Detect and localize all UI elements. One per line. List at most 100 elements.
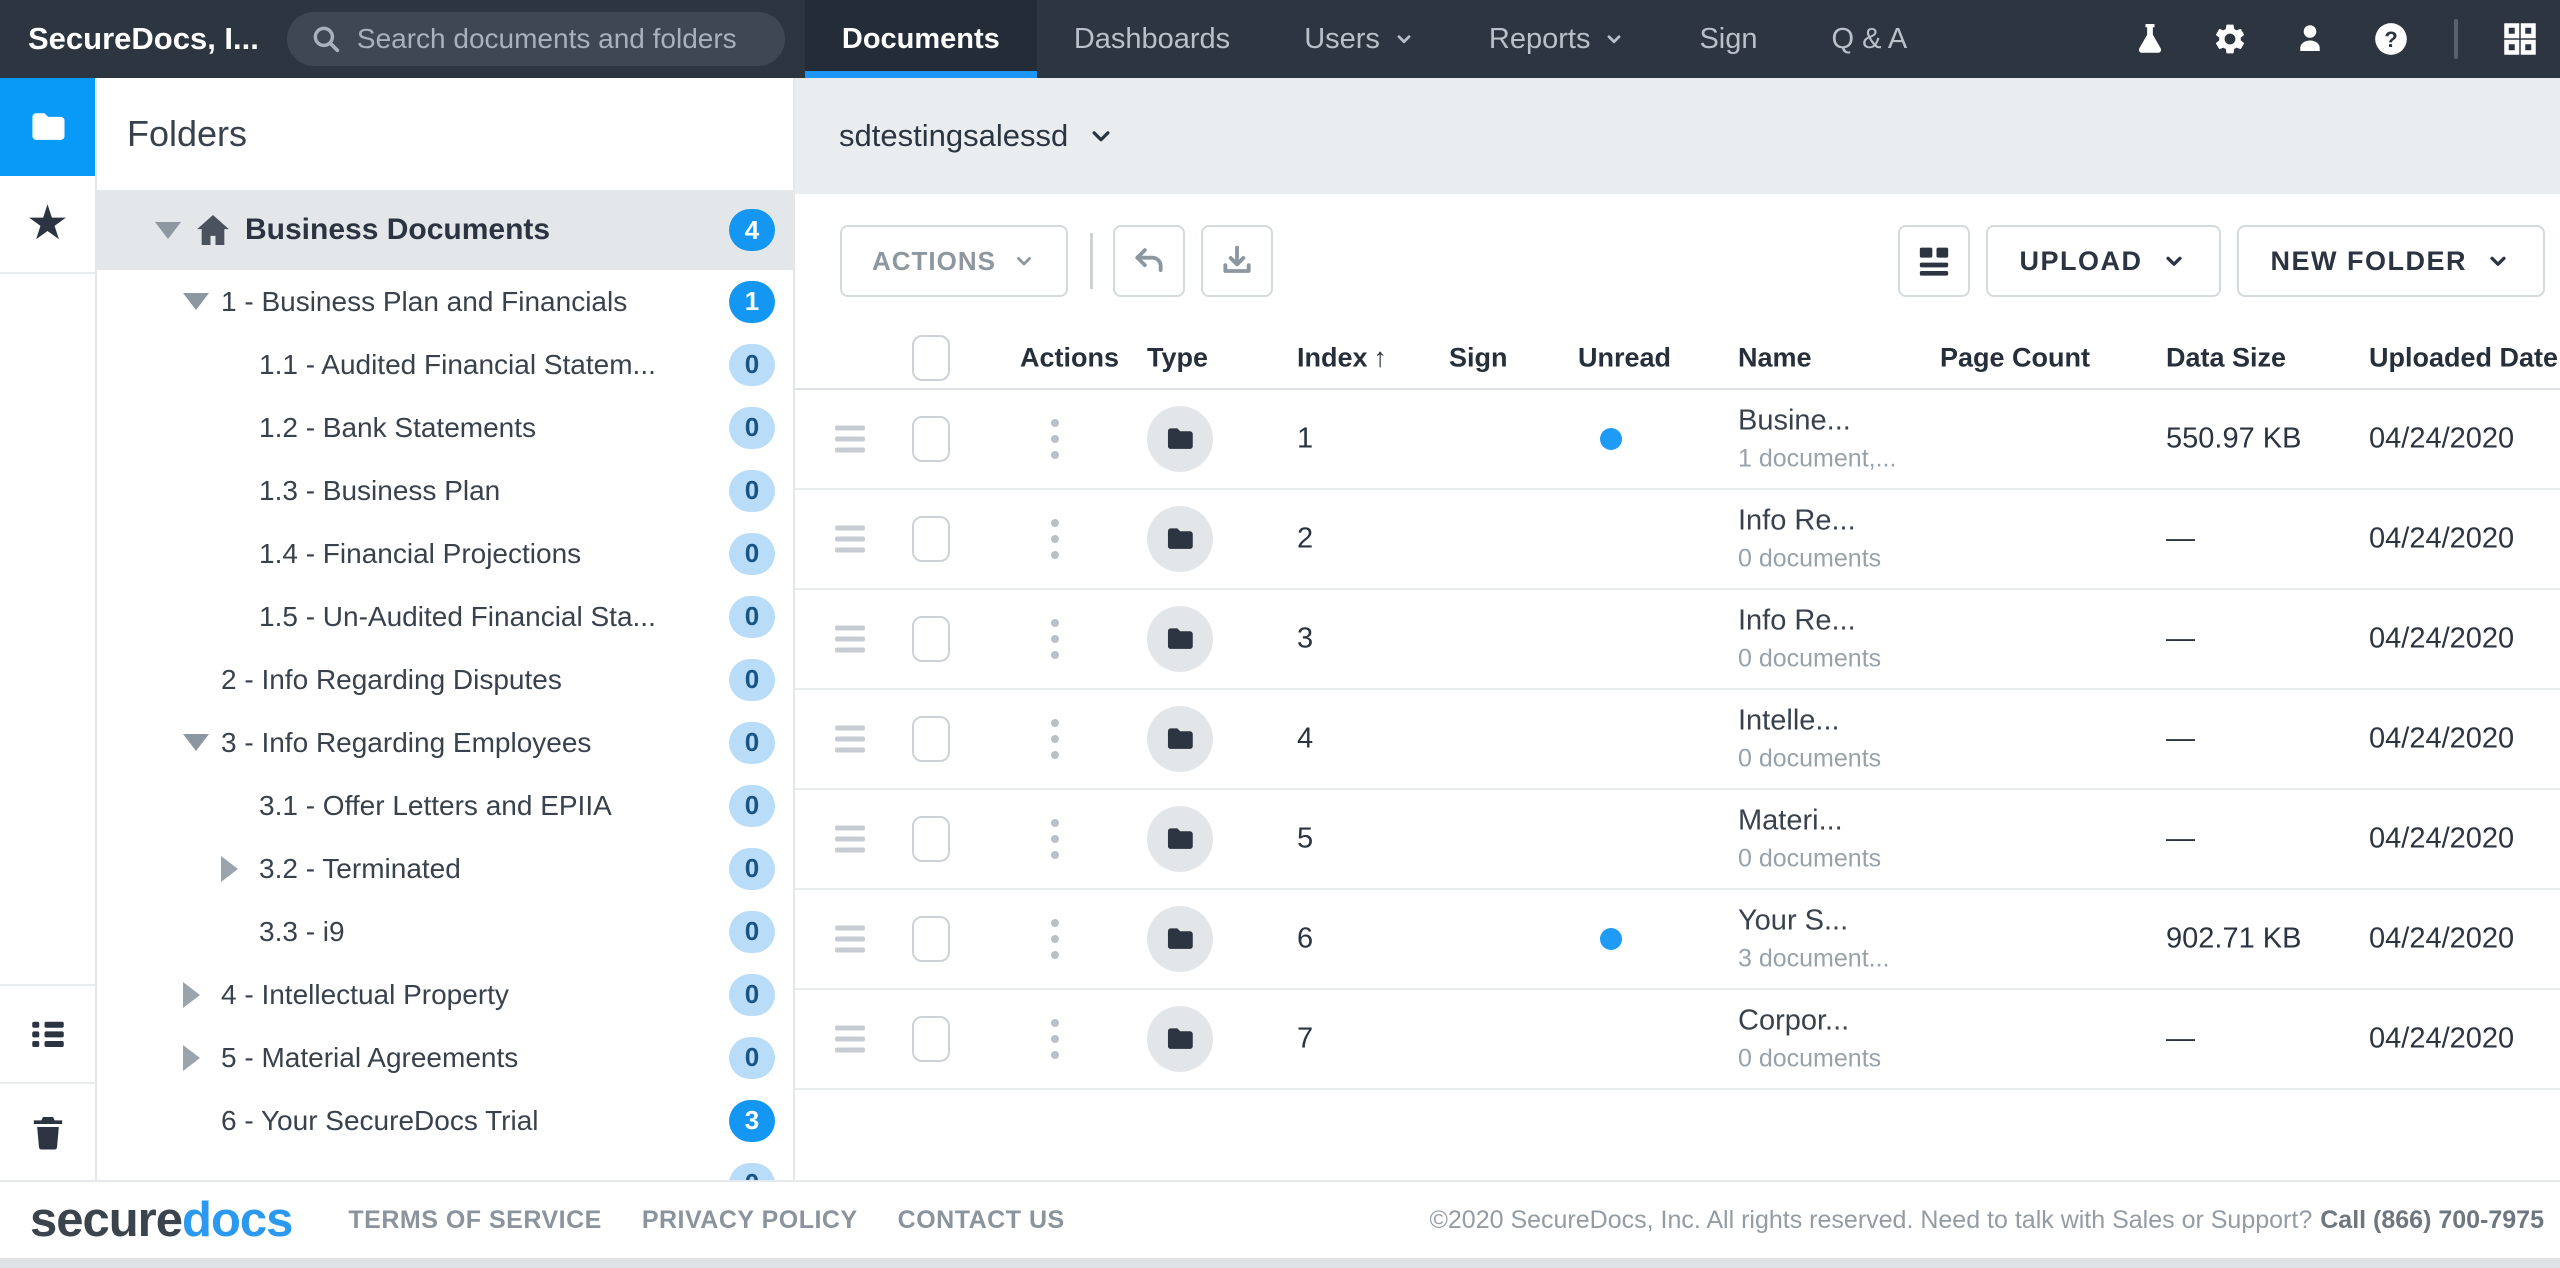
chevron-down-icon[interactable]	[1086, 121, 1116, 151]
tab-documents[interactable]: Documents	[805, 0, 1037, 78]
tree-row[interactable]: 3 - Info Regarding Employees 0	[97, 711, 793, 774]
row-actions-kebab-icon[interactable]	[1051, 819, 1059, 859]
row-name-cell[interactable]: Info Re... 0 documents	[1738, 505, 1881, 574]
row-name[interactable]: Intelle...	[1738, 705, 1881, 738]
tree-row[interactable]: 3.2 - Terminated 0	[97, 837, 793, 900]
row-actions-kebab-icon[interactable]	[1051, 419, 1059, 459]
tree-row[interactable]: 1 - Business Plan and Financials 1	[97, 270, 793, 333]
tree-row[interactable]: 4 - Intellectual Property 0	[97, 963, 793, 1026]
tree-row[interactable]: 2 - Info Regarding Disputes 0	[97, 648, 793, 711]
search-input[interactable]	[357, 23, 763, 55]
user-profile-icon[interactable]	[2292, 21, 2328, 57]
row-checkbox[interactable]	[912, 616, 950, 662]
drag-handle[interactable]	[835, 526, 865, 553]
row-checkbox[interactable]	[912, 516, 950, 562]
tree-row[interactable]: 1.1 - Audited Financial Statem... 0	[97, 333, 793, 396]
rail-item-trash[interactable]	[0, 1082, 95, 1180]
download-button[interactable]	[1201, 225, 1273, 297]
tree-row[interactable]: 5 - Material Agreements 0	[97, 1026, 793, 1089]
tab-dashboards[interactable]: Dashboards	[1037, 0, 1267, 78]
row-checkbox[interactable]	[912, 916, 950, 962]
item-count-badge: 3	[729, 1100, 775, 1142]
column-header-actions[interactable]: Actions	[1020, 343, 1119, 374]
upload-button[interactable]: UPLOAD	[1986, 225, 2221, 297]
tab-reports[interactable]: Reports	[1452, 0, 1663, 78]
row-actions-kebab-icon[interactable]	[1051, 519, 1059, 559]
expander-icon[interactable]	[221, 856, 259, 882]
row-checkbox[interactable]	[912, 816, 950, 862]
drag-handle[interactable]	[835, 926, 865, 953]
row-name[interactable]: Info Re...	[1738, 505, 1881, 538]
expander-icon[interactable]	[155, 222, 193, 239]
view-toggle-button[interactable]	[1898, 225, 1970, 297]
row-name[interactable]: Busine...	[1738, 405, 1896, 438]
row-uploaded-date: 04/24/2020	[2369, 823, 2514, 856]
help-icon[interactable]: ?	[2372, 20, 2410, 58]
tab-q-a[interactable]: Q & A	[1795, 0, 1945, 78]
column-header-index[interactable]: Index↑	[1297, 343, 1387, 374]
column-header-type[interactable]: Type	[1147, 343, 1208, 374]
expander-icon[interactable]	[183, 982, 221, 1008]
tree-row[interactable]: 1.2 - Bank Statements 0	[97, 396, 793, 459]
column-header-name[interactable]: Name	[1738, 343, 1812, 374]
tree-row[interactable]: 1.4 - Financial Projections 0	[97, 522, 793, 585]
column-header-page-count[interactable]: Page Count	[1940, 343, 2090, 374]
rail-item-favorites[interactable]: ★	[0, 176, 95, 274]
drag-handle[interactable]	[835, 1026, 865, 1053]
global-search[interactable]	[287, 12, 785, 66]
rail-item-index-list[interactable]	[0, 984, 95, 1082]
row-checkbox[interactable]	[912, 1016, 950, 1062]
footer-link[interactable]: PRIVACY POLICY	[642, 1206, 858, 1235]
row-actions-kebab-icon[interactable]	[1051, 619, 1059, 659]
column-header-uploaded-date[interactable]: Uploaded Date	[2369, 343, 2558, 374]
row-actions-kebab-icon[interactable]	[1051, 1019, 1059, 1059]
drag-handle[interactable]	[835, 726, 865, 753]
tree-row[interactable]: 1.5 - Un-Audited Financial Sta... 0	[97, 585, 793, 648]
row-name-cell[interactable]: Corpor... 0 documents	[1738, 1005, 1881, 1074]
row-name-cell[interactable]: Info Re... 0 documents	[1738, 605, 1881, 674]
row-name[interactable]: Info Re...	[1738, 605, 1881, 638]
footer-link[interactable]: CONTACT US	[898, 1206, 1065, 1235]
expander-icon[interactable]	[183, 1045, 221, 1071]
row-checkbox[interactable]	[912, 716, 950, 762]
drag-handle[interactable]	[835, 626, 865, 653]
select-all-checkbox[interactable]	[912, 335, 950, 381]
expander-icon[interactable]	[183, 734, 221, 751]
settings-gear-icon[interactable]	[2212, 21, 2248, 57]
tab-sign[interactable]: Sign	[1662, 0, 1794, 78]
undo-button[interactable]	[1113, 225, 1185, 297]
breadcrumb-current-folder[interactable]: sdtestingsalessd	[839, 118, 1068, 154]
item-count-badge: 0	[729, 1163, 775, 1181]
actions-button[interactable]: ACTIONS	[840, 225, 1068, 297]
tree-row[interactable]: 3.3 - i9 0	[97, 900, 793, 963]
row-actions-kebab-icon[interactable]	[1051, 919, 1059, 959]
drag-handle[interactable]	[835, 426, 865, 453]
column-header-sign[interactable]: Sign	[1449, 343, 1508, 374]
app-grid-icon[interactable]	[2502, 21, 2538, 57]
row-name[interactable]: Corpor...	[1738, 1005, 1881, 1038]
new-folder-button[interactable]: NEW FOLDER	[2237, 225, 2546, 297]
tree-row[interactable]: 0	[97, 1152, 793, 1180]
row-name-cell[interactable]: Your S... 3 document...	[1738, 905, 1889, 974]
rail-item-folders[interactable]	[0, 78, 95, 176]
row-name-cell[interactable]: Materi... 0 documents	[1738, 805, 1881, 874]
tree-row[interactable]: 3.1 - Offer Letters and EPIIA 0	[97, 774, 793, 837]
tree-row[interactable]: Business Documents 4	[97, 190, 793, 270]
row-actions-kebab-icon[interactable]	[1051, 719, 1059, 759]
tree-row[interactable]: 6 - Your SecureDocs Trial 3	[97, 1089, 793, 1152]
top-navbar: SecureDocs, I... Documents Dashboards Us…	[0, 0, 2560, 78]
row-checkbox[interactable]	[912, 416, 950, 462]
row-name-cell[interactable]: Busine... 1 document,...	[1738, 405, 1896, 474]
drag-handle[interactable]	[835, 826, 865, 853]
row-index: 7	[1297, 1023, 1313, 1056]
row-name[interactable]: Materi...	[1738, 805, 1881, 838]
footer-link[interactable]: TERMS OF SERVICE	[348, 1206, 601, 1235]
lab-flask-icon[interactable]	[2132, 21, 2168, 57]
column-header-data-size[interactable]: Data Size	[2166, 343, 2286, 374]
expander-icon[interactable]	[183, 293, 221, 310]
tab-users[interactable]: Users	[1267, 0, 1452, 78]
column-header-unread[interactable]: Unread	[1578, 343, 1671, 374]
row-name[interactable]: Your S...	[1738, 905, 1889, 938]
tree-row[interactable]: 1.3 - Business Plan 0	[97, 459, 793, 522]
row-name-cell[interactable]: Intelle... 0 documents	[1738, 705, 1881, 774]
